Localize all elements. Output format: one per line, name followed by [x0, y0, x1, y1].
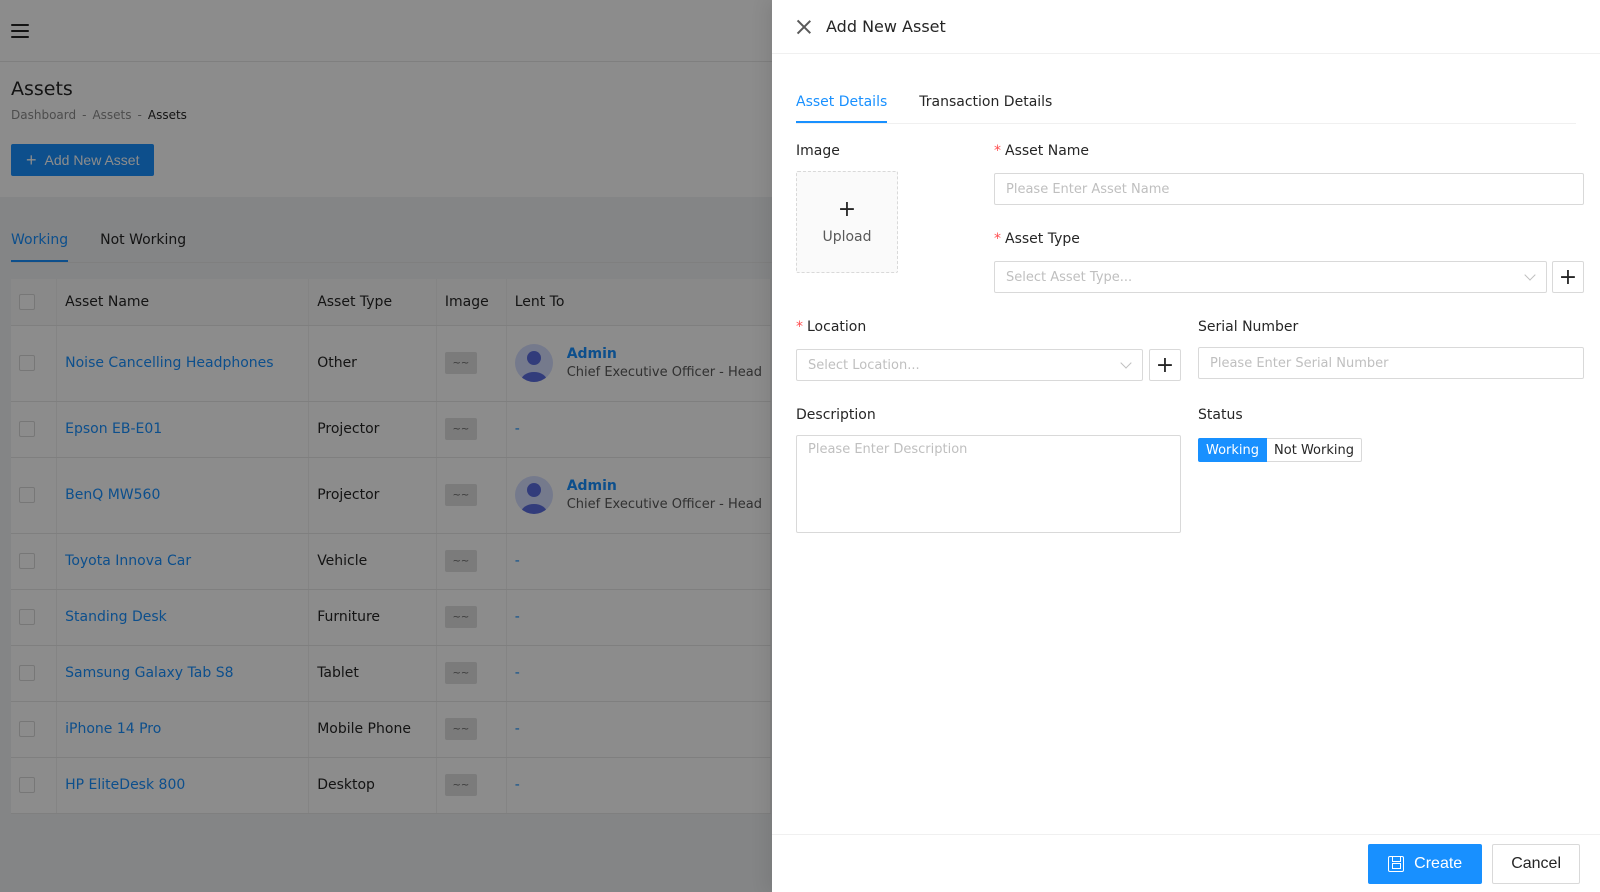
asset-name-placeholder: Please Enter Asset Name — [1006, 181, 1170, 197]
status-toggle: Working Not Working — [1198, 438, 1362, 462]
create-button[interactable]: Create — [1368, 843, 1483, 884]
required-mark: * — [796, 319, 803, 335]
upload-label: Upload — [822, 229, 872, 245]
add-location-button[interactable]: + — [1149, 349, 1181, 381]
chevron-down-icon — [1524, 269, 1536, 281]
asset-type-label-text: Asset Type — [1005, 231, 1080, 247]
serial-number-input[interactable]: Please Enter Serial Number — [1198, 347, 1584, 379]
image-upload[interactable]: + Upload — [796, 171, 898, 273]
status-working[interactable]: Working — [1198, 438, 1268, 462]
description-label: Description — [796, 407, 876, 423]
asset-type-label: * Asset Type — [994, 231, 1080, 247]
asset-type-select[interactable]: Select Asset Type... — [994, 261, 1547, 293]
image-label: Image — [796, 143, 840, 159]
create-label: Create — [1414, 854, 1463, 872]
location-select[interactable]: Select Location... — [796, 349, 1143, 381]
required-mark: * — [994, 231, 1001, 247]
save-icon — [1388, 855, 1405, 872]
close-icon[interactable] — [796, 19, 812, 35]
description-textarea[interactable]: Please Enter Description — [796, 435, 1181, 533]
drawer-body: Asset Details Transaction Details — [772, 54, 1600, 124]
plus-icon: + — [837, 197, 857, 222]
description-placeholder: Please Enter Description — [808, 442, 968, 457]
serial-number-label: Serial Number — [1198, 319, 1299, 335]
plus-icon: + — [1155, 352, 1175, 378]
add-asset-type-button[interactable]: + — [1552, 261, 1584, 293]
plus-icon: + — [1558, 264, 1578, 290]
drawer-header: Add New Asset — [772, 0, 1600, 54]
drawer-tabs: Asset Details Transaction Details — [796, 54, 1576, 124]
location-placeholder: Select Location... — [808, 357, 920, 373]
asset-name-label-text: Asset Name — [1005, 143, 1090, 159]
asset-type-placeholder: Select Asset Type... — [1006, 269, 1133, 285]
serial-number-placeholder: Please Enter Serial Number — [1210, 355, 1389, 371]
status-not-working[interactable]: Not Working — [1267, 438, 1362, 462]
location-label-text: Location — [807, 319, 867, 335]
status-label: Status — [1198, 407, 1243, 423]
add-asset-drawer: Add New Asset Asset Details Transaction … — [772, 0, 1600, 892]
tab-asset-details[interactable]: Asset Details — [796, 94, 888, 123]
chevron-down-icon — [1120, 357, 1132, 369]
cancel-button[interactable]: Cancel — [1492, 843, 1580, 884]
location-label: * Location — [796, 319, 866, 335]
required-mark: * — [994, 143, 1001, 159]
asset-name-input[interactable]: Please Enter Asset Name — [994, 173, 1584, 205]
tab-transaction-details[interactable]: Transaction Details — [919, 94, 1052, 123]
drawer-footer: Create Cancel — [772, 834, 1600, 892]
drawer-title: Add New Asset — [826, 17, 946, 36]
asset-name-label: * Asset Name — [994, 143, 1089, 159]
